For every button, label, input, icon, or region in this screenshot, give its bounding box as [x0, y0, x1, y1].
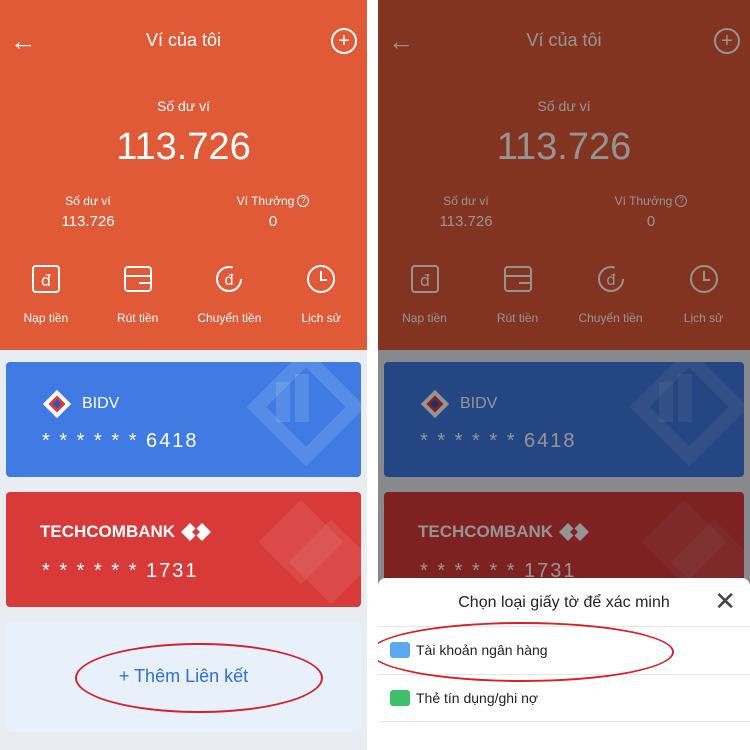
bidv-name: BIDV	[82, 395, 120, 412]
withdraw-label: Rút tiền	[116, 311, 159, 325]
deposit-icon: đ	[31, 265, 60, 293]
techcombank-bank: TECHCOMBANK	[40, 522, 212, 542]
techcombank-logo-icon	[181, 523, 212, 541]
transfer-label: Chuyển tiền	[197, 311, 262, 325]
balance-value: 113.726	[116, 126, 251, 168]
top-bar: ← Ví của tôi +	[0, 22, 367, 62]
withdraw-button[interactable]: Rút tiền	[92, 262, 184, 325]
transfer-button[interactable]: đ Chuyển tiền	[184, 262, 276, 325]
history-icon	[307, 265, 336, 293]
wallet-balance-label: Số dư ví	[65, 194, 111, 208]
bidv-logo-icon	[42, 389, 72, 419]
wallet-balance: Số dư ví 113.726	[8, 194, 168, 230]
techcombank-card[interactable]: TECHCOMBANK * * * * * * 1731	[6, 492, 361, 607]
history-button[interactable]: Lịch sử	[275, 262, 367, 325]
close-icon[interactable]: ✕	[714, 588, 736, 614]
deposit-button[interactable]: đ Nạp tiền	[0, 262, 92, 325]
techcombank-name: TECHCOMBANK	[40, 522, 176, 541]
add-link-card: + Thêm Liên kết	[6, 622, 361, 732]
add-link-button[interactable]: + Thêm Liên kết	[6, 666, 361, 687]
svg-text:đ: đ	[225, 271, 235, 289]
option-credit-card[interactable]: Thẻ tín dụng/ghi nợ	[378, 674, 750, 722]
svg-text:đ: đ	[41, 271, 51, 290]
card-watermark	[258, 499, 361, 605]
sheet-title: Chọn loại giấy tờ để xác minh	[458, 594, 670, 611]
reward-wallet-value: 0	[268, 213, 278, 230]
bidv-number: * * * * * * 6418	[42, 430, 199, 452]
deposit-label: Nạp tiền	[23, 311, 69, 325]
history-label: Lịch sử	[301, 311, 341, 325]
verification-screen: ← Ví của tôi + Số dư ví 113.726 Số dư ví…	[378, 0, 750, 750]
page-title: Ví của tôi	[145, 30, 222, 50]
verification-sheet: Chọn loại giấy tờ để xác minh ✕ Tài khoả…	[378, 578, 750, 750]
wallet-balance-value: 113.726	[61, 213, 115, 230]
option-bank-account-label: Tài khoản ngân hàng	[416, 642, 548, 658]
plus-circle-icon[interactable]: +	[331, 28, 357, 54]
techcombank-number: * * * * * * 1731	[42, 560, 199, 582]
option-credit-card-label: Thẻ tín dụng/ghi nợ	[416, 690, 539, 706]
reward-wallet-label: Ví Thưởng	[236, 194, 295, 208]
action-bar: đ Nạp tiền Rút tiền đ Chuyển tiền Lịch s…	[0, 262, 367, 325]
credit-card-icon	[390, 690, 410, 706]
info-icon[interactable]: ?	[297, 195, 310, 207]
transfer-icon: đ	[216, 266, 243, 292]
wallet-screen: ← Ví của tôi + Số dư ví 113.726 Số dư ví…	[0, 0, 367, 750]
reward-wallet: Ví Thưởng? 0	[193, 194, 353, 230]
card-watermark	[246, 362, 361, 467]
balance-label: Số dư ví	[157, 98, 210, 114]
wallet-header: ← Ví của tôi + Số dư ví 113.726 Số dư ví…	[0, 0, 367, 350]
withdraw-icon	[123, 266, 152, 292]
bidv-bank: BIDV	[42, 389, 119, 419]
bank-account-icon	[390, 642, 410, 658]
option-bank-account[interactable]: Tài khoản ngân hàng	[378, 626, 750, 673]
bidv-card[interactable]: BIDV * * * * * * 6418	[6, 362, 361, 477]
